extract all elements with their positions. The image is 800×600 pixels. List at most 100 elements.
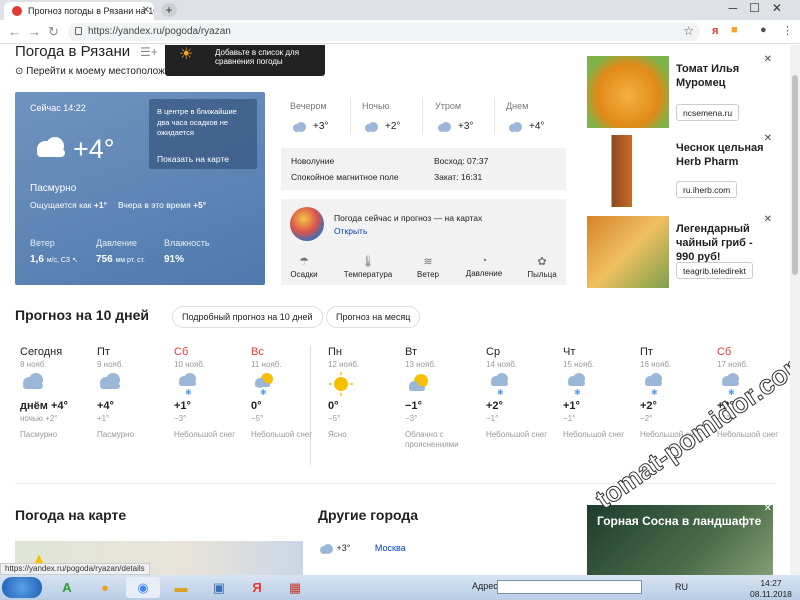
scroll-thumb[interactable] — [792, 75, 798, 275]
new-tab-button[interactable]: + — [161, 3, 177, 17]
wind-speed: 1,6 — [30, 254, 44, 265]
sunrise: Восход: 07:37 — [434, 156, 489, 166]
chrome-icon[interactable]: ◉ — [126, 577, 160, 598]
forecast-day[interactable]: Вс 11 нояб. ✱ 0° −5° Небольшой снег — [251, 346, 326, 440]
pressure-label: Давление — [96, 238, 137, 248]
yandex-extension-icon[interactable]: я — [712, 25, 718, 37]
day-temp-min: −5° — [251, 414, 264, 423]
map-category-label: Давление — [465, 269, 503, 278]
day-temp-max: днём +4° — [20, 400, 68, 412]
maps-widget: Погода сейчас и прогноз — на картах Откр… — [281, 199, 566, 285]
day-part-day-temp: +4° — [529, 121, 545, 132]
ad-link[interactable]: teagrib.teledirekt — [676, 262, 753, 279]
compare-popup-text: Добавьте в список для сравнения погоды — [215, 48, 300, 66]
ad-garlic[interactable]: Чеснок цельная Herb Pharm ru.iherb.com ✕ — [587, 133, 773, 207]
ad-tea-mushroom[interactable]: Легендарный чайный гриб - 990 руб! teagr… — [587, 214, 773, 288]
map-pressure[interactable]: ◔ Давление — [455, 255, 513, 278]
map-category-label: Ветер — [417, 270, 439, 279]
cloud-icon — [320, 543, 333, 554]
address-input[interactable] — [497, 580, 642, 594]
browser-tab[interactable]: Прогноз погоды в Рязани на 10 ✕ — [4, 2, 154, 20]
day-name: Пн — [328, 346, 342, 358]
close-icon[interactable]: ✕ — [764, 214, 772, 225]
clock[interactable]: 14:27 08.11.2018 — [750, 578, 792, 599]
app-icon[interactable]: A — [50, 577, 84, 598]
ad-link[interactable]: ncsemena.ru — [676, 104, 740, 121]
city-row[interactable]: +3° Москва — [318, 543, 406, 554]
close-icon[interactable]: ✕ — [764, 54, 772, 65]
day-temp-min: −1° — [486, 414, 499, 423]
forecast-day[interactable]: Пт 9 нояб. +4° +1° Пасмурно — [97, 346, 172, 440]
profile-icon[interactable]: ● — [760, 24, 767, 36]
map-precip[interactable]: ☂ Осадки — [275, 255, 333, 279]
reload-icon[interactable]: ↻ — [48, 24, 59, 40]
current-temperature: +4° — [73, 134, 115, 164]
precip-nowcast: В центре в ближайшие два часа осадков не… — [149, 99, 257, 169]
day-date: 11 нояб. — [251, 360, 282, 369]
forecast-day[interactable]: Вт 13 нояб. −1° −3° Облачно с прояснениями — [405, 346, 480, 450]
location-icon: ⊙ — [15, 66, 24, 77]
app-icon[interactable]: ▣ — [202, 577, 236, 598]
close-icon[interactable]: ✕ — [764, 133, 772, 144]
globe-icon[interactable] — [290, 207, 324, 241]
forecast-day[interactable]: Ср 14 нояб. ✱ +2° −1° Небольшой снег — [486, 346, 561, 440]
compare-list-icon[interactable]: ☰+ — [140, 45, 158, 59]
day-part-evening-temp: +3° — [313, 121, 329, 132]
maps-open-link[interactable]: Открыть — [334, 226, 367, 236]
day-date: 15 нояб. — [563, 360, 595, 369]
wind-value: 1,6 м/с, СЗ ↖ — [30, 254, 78, 265]
map-category-label: Температура — [343, 270, 393, 279]
scrollbar[interactable] — [790, 45, 800, 575]
day-temp-max: −1° — [405, 400, 422, 412]
cloud-icon — [20, 372, 95, 400]
close-icon[interactable]: ✕ — [764, 503, 772, 514]
maps-title: Погода сейчас и прогноз — на картах — [334, 213, 483, 223]
yandex-browser-icon[interactable]: Я — [240, 577, 274, 598]
promo-title: Горная Сосна в ландшафте — [597, 514, 762, 528]
menu-icon[interactable]: ⋮ — [782, 24, 793, 37]
forecast-day[interactable]: Пн 12 нояб. 0° −5° Ясно — [328, 346, 403, 440]
month-forecast-button[interactable]: Прогноз на месяц — [326, 306, 421, 328]
cloud-icon — [509, 122, 522, 132]
window-controls[interactable]: ─☐✕ — [729, 1, 794, 15]
geo-link[interactable]: ⊙ Перейти к моему местоположению — [15, 66, 189, 77]
close-tab-icon[interactable]: ✕ — [142, 5, 150, 16]
forward-icon[interactable]: → — [28, 24, 41, 39]
day-name: Чт — [563, 346, 576, 358]
compare-popup: ☀ Добавьте в список для сравнения погоды — [165, 45, 325, 76]
forecast-day[interactable]: Чт 15 нояб. ✱ +1° −1° Небольшой снег — [563, 346, 638, 440]
sun-cloud-icon — [405, 372, 480, 400]
day-condition: Ясно — [328, 430, 347, 439]
detailed-forecast-button[interactable]: Подробный прогноз на 10 дней — [172, 306, 323, 328]
current-time: Сейчас 14:22 — [30, 103, 86, 113]
day-name: Ср — [486, 346, 501, 358]
address-bar[interactable]: https://yandex.ru/pogoda/ryazan ☆ — [68, 23, 700, 41]
bookmark-extension-icon[interactable]: ■ — [731, 24, 738, 36]
app-icon[interactable]: ▦ — [278, 577, 312, 598]
promo-banner[interactable]: Горная Сосна в ландшафте ✕ — [587, 503, 773, 575]
ad-tomato[interactable]: Томат Илья Муромец ncsemena.ru ✕ — [587, 54, 773, 128]
map-category-label: Пыльца — [527, 270, 557, 279]
back-icon[interactable]: ← — [8, 24, 21, 39]
humidity-label: Влажность — [164, 238, 210, 248]
taskbar: A ● ◉ ▬ ▣ Я ▦ Адрес RU 14:27 08.11.2018 — [0, 575, 800, 600]
show-on-map-link[interactable]: Показать на карте — [157, 154, 229, 166]
svg-text:✱: ✱ — [185, 388, 192, 396]
day-condition: Пасмурно — [97, 430, 135, 439]
svg-text:✱: ✱ — [651, 388, 658, 396]
ad-title: Легендарный чайный гриб - 990 руб! — [676, 223, 753, 263]
map-wind[interactable]: ≋ Ветер — [399, 255, 457, 279]
folder-icon[interactable]: ▬ — [164, 577, 198, 598]
app-icon[interactable]: ● — [88, 577, 122, 598]
start-button[interactable] — [2, 577, 42, 598]
forecast-day[interactable]: Сб 10 нояб. ✱ +1° −3° Небольшой снег — [174, 346, 249, 440]
ad-link[interactable]: ru.iherb.com — [676, 181, 738, 198]
day-temp-max: +4° — [97, 400, 114, 412]
map-pollen[interactable]: ✿ Пыльца — [513, 255, 571, 279]
forecast-day[interactable]: Сегодня 8 нояб. днём +4° ночью +2° Пасмурно — [20, 346, 95, 440]
bookmark-star-icon[interactable]: ☆ — [683, 24, 694, 38]
snow-icon: ✱ — [174, 372, 249, 400]
weather-page: Погода в Рязани ☰+ ☀ Добавьте в список д… — [0, 45, 790, 575]
map-temperature[interactable]: 🌡 Температура — [339, 255, 397, 279]
tray-lang[interactable]: RU — [675, 582, 688, 592]
